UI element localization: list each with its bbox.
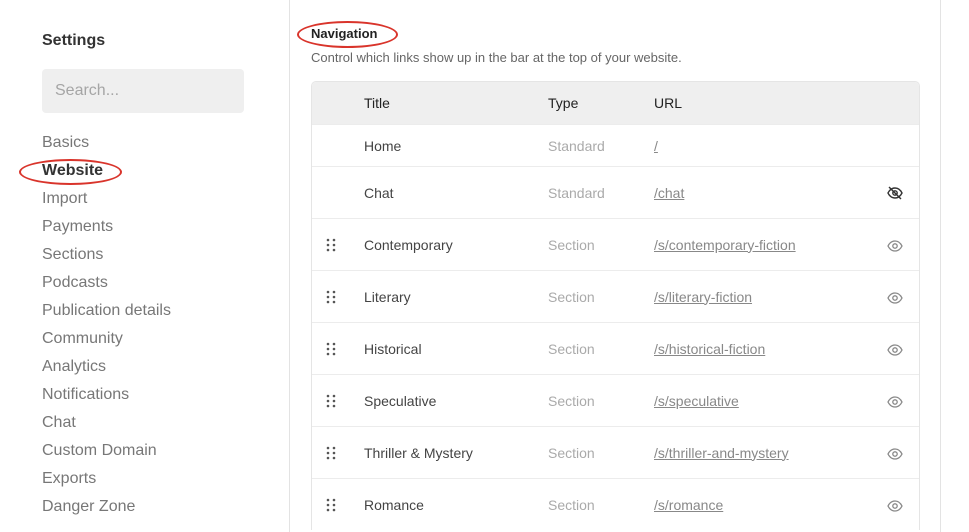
row-url-link[interactable]: /s/literary-fiction <box>654 289 752 305</box>
section-description: Control which links show up in the bar a… <box>311 50 682 65</box>
table-row: Home Standard / <box>312 124 919 166</box>
row-url-link[interactable]: /s/speculative <box>654 393 739 409</box>
eye-icon[interactable] <box>887 291 903 304</box>
sidebar-item-basics[interactable]: Basics <box>42 133 171 161</box>
row-type: Section <box>548 236 595 253</box>
row-type: Section <box>548 392 595 409</box>
drag-handle-icon[interactable] <box>326 238 336 252</box>
row-url-link[interactable]: /chat <box>654 185 684 201</box>
row-url-link[interactable]: /s/romance <box>654 497 723 513</box>
row-title: Speculative <box>364 392 437 409</box>
row-title: Contemporary <box>364 236 453 253</box>
row-type: Section <box>548 444 595 461</box>
sidebar-item-payments[interactable]: Payments <box>42 217 171 245</box>
row-title: Historical <box>364 340 422 357</box>
row-url-link[interactable]: /s/historical-fiction <box>654 341 765 357</box>
section-heading: Navigation <box>311 26 378 41</box>
table-row: Speculative Section/s/speculative <box>312 374 919 426</box>
table-row: Literary Section/s/literary-fiction <box>312 270 919 322</box>
drag-handle-icon[interactable] <box>326 394 336 408</box>
drag-handle-icon[interactable] <box>326 498 336 512</box>
column-url: URL <box>654 95 683 111</box>
row-url-link[interactable]: / <box>654 138 658 154</box>
row-url-link[interactable]: /s/thriller-and-mystery <box>654 445 789 461</box>
navigation-table: Title Type URL Home Standard / Chat Standard… <box>311 81 920 530</box>
eye-icon[interactable] <box>887 343 903 356</box>
eye-off-icon[interactable] <box>887 186 903 200</box>
eye-icon[interactable] <box>887 499 903 512</box>
search-input[interactable] <box>42 69 244 113</box>
column-title: Title <box>364 95 390 111</box>
table-row: Thriller & Mystery Section/s/thriller-and… <box>312 426 919 478</box>
row-type: Standard <box>548 184 605 201</box>
eye-icon[interactable] <box>887 395 903 408</box>
sidebar-item-analytics[interactable]: Analytics <box>42 357 171 385</box>
settings-sidebar: Settings BasicsWebsiteImportPaymentsSect… <box>0 0 290 532</box>
sidebar-item-exports[interactable]: Exports <box>42 469 171 497</box>
sidebar-item-community[interactable]: Community <box>42 329 171 357</box>
row-type: Section <box>548 340 595 357</box>
row-title: Literary <box>364 288 411 305</box>
row-title: Home <box>364 137 402 154</box>
table-row: Chat Standard/chat <box>312 166 919 218</box>
row-type: Standard <box>548 137 605 154</box>
eye-icon[interactable] <box>887 239 903 252</box>
sidebar-item-website[interactable]: Website <box>42 161 171 189</box>
row-title: Chat <box>364 184 394 201</box>
drag-handle-icon[interactable] <box>326 446 336 460</box>
drag-handle-icon[interactable] <box>326 342 336 356</box>
sidebar-title: Settings <box>42 32 106 49</box>
table-row: Romance Section/s/romance <box>312 478 919 530</box>
sidebar-nav: Basics Website Import Payments Sections Podca… <box>42 133 171 525</box>
sidebar-item-danger-zone[interactable]: Danger Zone <box>42 497 171 525</box>
sidebar-item-sections[interactable]: Sections <box>42 245 171 273</box>
row-url-link[interactable]: /s/contemporary-fiction <box>654 237 796 253</box>
sidebar-item-publication-details[interactable]: Publication details <box>42 301 171 329</box>
row-title: Thriller & Mystery <box>364 444 473 461</box>
row-type: Section <box>548 288 595 305</box>
sidebar-item-notifications[interactable]: Notifications <box>42 385 171 413</box>
row-title: Romance <box>364 496 424 513</box>
table-row: Historical Section/s/historical-fiction <box>312 322 919 374</box>
sidebar-item-chat[interactable]: Chat <box>42 413 171 441</box>
column-type: Type <box>548 95 579 111</box>
sidebar-item-import[interactable]: Import <box>42 189 171 217</box>
sidebar-item-custom-domain[interactable]: Custom Domain <box>42 441 171 469</box>
table-header: Title Type URL <box>312 82 919 124</box>
sidebar-item-podcasts[interactable]: Podcasts <box>42 273 171 301</box>
row-type: Section <box>548 496 595 513</box>
navigation-panel: Navigation Control which links show up i… <box>291 0 941 532</box>
table-row: Contemporary Section/s/contemporary-ficti… <box>312 218 919 270</box>
eye-icon[interactable] <box>887 447 903 460</box>
drag-handle-icon[interactable] <box>326 290 336 304</box>
